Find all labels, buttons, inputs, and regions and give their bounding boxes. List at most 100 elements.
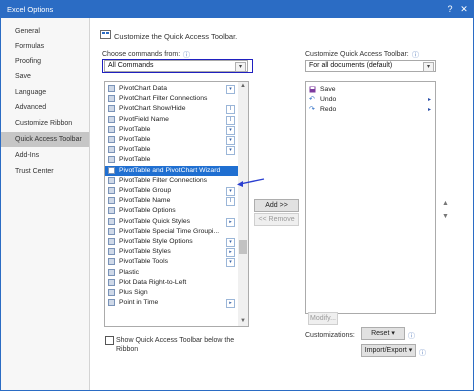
list-item[interactable]: Save <box>306 85 435 95</box>
command-icon <box>108 299 115 307</box>
sidebar-item-advanced[interactable]: Advanced <box>1 100 89 115</box>
sidebar-item-customize-ribbon[interactable]: Customize Ribbon <box>1 116 89 131</box>
command-item[interactable]: PivotTable Special Time Groupi... <box>105 227 238 237</box>
submenu-indicator-icon: ▸ <box>226 217 235 227</box>
command-item[interactable]: PivotTable ▾ <box>105 135 238 145</box>
reset-button[interactable]: Reset ▾ <box>361 327 405 340</box>
customize-scope-value: For all documents (default) <box>309 62 393 69</box>
sidebar-item-add-ins[interactable]: Add-Ins <box>1 148 89 163</box>
command-label: PivotTable <box>119 136 151 143</box>
command-item[interactable]: PivotTable Styles ▸ <box>105 247 238 258</box>
title-bar: Excel Options ? ✕ <box>1 1 473 18</box>
command-item[interactable]: PivotTable Group ▾ <box>105 186 238 196</box>
command-label: Plot Data Right-to-Left <box>119 278 187 286</box>
import-export-button[interactable]: Import/Export ▾ <box>361 344 416 357</box>
submenu-indicator-icon: I <box>226 197 235 207</box>
command-item[interactable]: PivotTable Style Options ▾ <box>105 237 238 247</box>
info-icon: ⓘ <box>419 350 426 357</box>
options-sidebar: General Formulas Proofing Save Language … <box>1 18 90 390</box>
command-label: PivotChart Data <box>119 85 167 92</box>
submenu-indicator-icon: ▸ <box>226 248 235 258</box>
chevron-down-icon: ▾ <box>408 347 413 354</box>
show-below-ribbon-checkbox[interactable] <box>105 336 114 345</box>
command-item[interactable]: PivotTable Tools ▾ <box>105 257 238 268</box>
command-label: PivotTable Styles <box>119 248 171 256</box>
modify-button[interactable]: Modify... <box>308 312 338 325</box>
command-item[interactable]: Plastic <box>105 268 238 278</box>
command-item[interactable]: Plus Sign <box>105 288 238 298</box>
customize-scope-dropdown[interactable]: For all documents (default) ▾ <box>305 60 436 72</box>
command-item[interactable]: PivotTable ▾ <box>105 125 238 135</box>
save-icon <box>309 86 316 93</box>
command-item[interactable]: PivotTable ▾ <box>105 145 238 156</box>
command-item[interactable]: PivotChart Show/Hide I <box>105 104 238 115</box>
command-item[interactable]: PivotTable Filter Connections <box>105 176 238 186</box>
sidebar-item-general[interactable]: General <box>1 24 89 39</box>
command-label: PivotTable <box>119 156 151 164</box>
window-title: Excel Options <box>7 5 54 14</box>
scrollbar-thumb[interactable] <box>239 240 247 254</box>
sidebar-item-proofing[interactable]: Proofing <box>1 54 89 69</box>
list-item[interactable]: ↶ Undo ▸ <box>306 95 435 105</box>
command-icon <box>108 197 115 205</box>
command-icon <box>108 95 115 103</box>
sidebar-item-formulas[interactable]: Formulas <box>1 39 89 54</box>
command-item[interactable]: Plot Data Right-to-Left <box>105 278 238 288</box>
show-below-ribbon-label-line2: Ribbon <box>116 346 139 353</box>
command-item[interactable]: Point in Time ▸ <box>105 298 238 309</box>
submenu-indicator-icon: ▾ <box>226 136 235 145</box>
command-icon <box>108 125 115 133</box>
command-item[interactable]: PivotField Name I <box>105 115 238 125</box>
choose-commands-label: Choose commands from: <box>102 51 181 58</box>
command-item[interactable]: PivotTable Options <box>105 206 238 216</box>
command-item[interactable]: PivotTable Quick Styles ▸ <box>105 217 238 227</box>
close-icon[interactable]: ✕ <box>458 3 470 15</box>
command-icon <box>108 105 115 113</box>
sidebar-item-trust-center[interactable]: Trust Center <box>1 164 89 179</box>
command-icon <box>108 187 115 194</box>
command-icon <box>108 278 115 286</box>
toolbar-items-list[interactable]: Save ↶ Undo ▸ ↷ Redo ▸ <box>305 81 436 314</box>
excel-options-dialog: Excel Options ? ✕ General Formulas Proof… <box>0 0 474 391</box>
help-icon[interactable]: ? <box>444 3 456 15</box>
submenu-indicator-icon: ▾ <box>226 146 235 156</box>
add-button[interactable]: Add >> <box>254 199 299 212</box>
list-item[interactable]: ↷ Redo ▸ <box>306 105 435 115</box>
command-label: PivotTable Style Options <box>119 238 193 245</box>
choose-commands-dropdown[interactable]: All Commands ▾ <box>104 60 248 72</box>
commands-list[interactable]: PivotChart Data ▾ PivotChart Filter Connec… <box>104 81 249 327</box>
command-item[interactable]: PivotChart Data ▾ <box>105 84 238 94</box>
command-item[interactable]: PivotTable Name I <box>105 196 238 207</box>
command-label: PivotTable Filter Connections <box>119 176 208 184</box>
command-icon <box>108 217 115 225</box>
scroll-down-icon[interactable]: ▼ <box>240 318 246 324</box>
submenu-indicator-icon: ▾ <box>226 258 235 268</box>
command-label: PivotChart Filter Connections <box>119 95 208 103</box>
sidebar-item-quick-access-toolbar[interactable]: Quick Access Toolbar <box>1 132 89 147</box>
sidebar-item-language[interactable]: Language <box>1 85 89 100</box>
sidebar-item-save[interactable]: Save <box>1 69 89 84</box>
command-item[interactable]: PivotChart Filter Connections <box>105 94 238 104</box>
move-up-icon[interactable]: ▲ <box>442 200 449 207</box>
command-label: PivotTable Name <box>119 197 171 205</box>
command-item[interactable]: PivotTable and PivotChart Wizard <box>105 165 238 176</box>
chevron-down-icon[interactable]: ▾ <box>235 62 246 72</box>
command-icon <box>108 268 115 276</box>
submenu-indicator-icon: ▸ <box>226 299 235 309</box>
command-icon <box>108 136 115 143</box>
commands-scrollbar[interactable]: ▲ ▼ <box>238 82 248 326</box>
scroll-up-icon[interactable]: ▲ <box>240 83 246 89</box>
command-label: PivotField Name <box>119 115 169 123</box>
toolbar-customize-icon <box>100 30 111 39</box>
move-down-icon[interactable]: ▼ <box>442 213 449 220</box>
command-label: PivotTable and PivotChart Wizard <box>119 166 221 174</box>
remove-button[interactable]: << Remove <box>254 213 299 226</box>
command-item[interactable]: PivotTable <box>105 155 238 165</box>
submenu-indicator-icon: I <box>226 115 235 125</box>
choose-commands-value: All Commands <box>108 62 154 69</box>
chevron-down-icon[interactable]: ▾ <box>423 62 434 72</box>
info-icon: ⓘ <box>412 52 419 59</box>
submenu-indicator-icon: I <box>226 105 235 115</box>
command-label: PivotTable Quick Styles <box>119 217 191 225</box>
command-label: PivotTable <box>119 146 151 154</box>
